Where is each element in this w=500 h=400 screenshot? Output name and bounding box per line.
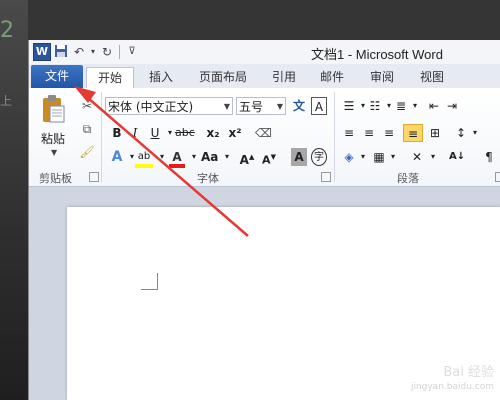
chevron-down-icon: ▼	[223, 102, 230, 111]
font-color-dropdown-icon[interactable]: ▾	[186, 148, 202, 166]
justify-icon[interactable]: ≡	[403, 124, 423, 142]
group-label-paragraph: 段落	[397, 172, 419, 185]
subscript-button[interactable]: x₂	[205, 124, 221, 142]
font-name-value: 宋体 (中文正文)	[108, 100, 194, 114]
strikethrough-button[interactable]: abc	[175, 124, 195, 142]
tab-review[interactable]: 审阅	[370, 67, 394, 88]
line-spacing-dropdown-icon[interactable]: ▾	[467, 124, 483, 142]
borders-dropdown-icon[interactable]: ▾	[385, 148, 401, 166]
group-separator	[101, 92, 102, 182]
ribbon-home: 粘贴 ▼ ✂ ⧉ 🖌 剪贴板 宋体 (中文正文) ▼ 五号 ▼ 文 A B I …	[29, 88, 500, 187]
cut-icon[interactable]: ✂	[79, 98, 95, 114]
align-center-icon[interactable]: ≡	[361, 124, 377, 142]
highlight-dropdown-icon[interactable]: ▾	[154, 148, 170, 166]
clear-formatting-icon[interactable]: ⌫	[255, 124, 272, 142]
undo-dropdown-icon[interactable]: ▾	[89, 44, 97, 60]
background-top	[28, 0, 500, 40]
redo-icon[interactable]: ↻	[99, 44, 115, 60]
word-logo-icon[interactable]: W	[33, 43, 51, 61]
watermark: Bai 经验 jingyan.baidu.com	[411, 366, 494, 394]
window-title: 文档1 - Microsoft Word	[311, 47, 443, 62]
highlight-icon[interactable]: ab	[135, 148, 153, 168]
copy-icon[interactable]: ⧉	[79, 121, 95, 137]
asian-layout-icon[interactable]: ✕	[409, 148, 425, 166]
show-marks-icon[interactable]: ¶	[481, 148, 497, 166]
tab-mailings[interactable]: 邮件	[320, 67, 344, 88]
italic-button[interactable]: I	[127, 124, 143, 142]
group-label-font: 字体	[197, 172, 219, 185]
quick-access-toolbar: W ↶ ▾ ↻ ⊽	[33, 43, 140, 61]
underline-button[interactable]: U	[147, 124, 163, 142]
shrink-font-button[interactable]: A▼	[261, 148, 277, 167]
tab-home[interactable]: 开始	[86, 67, 134, 89]
shrink-font-label: A	[262, 153, 271, 167]
shading-dropdown-icon[interactable]: ▾	[355, 148, 371, 166]
align-right-icon[interactable]: ≡	[381, 124, 397, 142]
customize-qat-icon[interactable]: ⊽	[124, 44, 140, 60]
tab-references[interactable]: 引用	[272, 67, 296, 88]
undo-icon[interactable]: ↶	[71, 44, 87, 60]
background-text: 2	[0, 18, 14, 43]
distributed-icon[interactable]: ⊞	[427, 124, 443, 142]
paste-dropdown-icon[interactable]: ▼	[51, 148, 57, 157]
paragraph-launcher-icon[interactable]	[495, 172, 500, 182]
tab-file[interactable]: 文件	[31, 65, 83, 88]
multilevel-list-dropdown-icon[interactable]: ▾	[407, 97, 423, 115]
tab-insert[interactable]: 插入	[149, 67, 173, 88]
word-window: W ↶ ▾ ↻ ⊽ 文档1 - Microsoft Word 文件 开始 插入 …	[28, 40, 500, 400]
watermark-line2: jingyan.baidu.com	[410, 382, 494, 392]
font-color-icon[interactable]: A	[169, 148, 185, 168]
background-left: 2 上	[0, 0, 28, 400]
watermark-line1: Bai 经验	[443, 365, 494, 380]
superscript-button[interactable]: x²	[227, 124, 243, 142]
character-border-icon[interactable]: A	[311, 97, 327, 115]
bold-button[interactable]: B	[109, 124, 125, 142]
font-launcher-icon[interactable]	[321, 172, 331, 182]
text-effects-icon[interactable]: A	[109, 148, 125, 166]
tab-page-layout[interactable]: 页面布局	[199, 67, 247, 88]
grow-font-label: A	[239, 153, 249, 167]
asian-layout-dropdown-icon[interactable]: ▾	[425, 148, 441, 166]
align-left-icon[interactable]: ≡	[341, 124, 357, 142]
paste-button[interactable]: 粘贴	[41, 130, 65, 147]
change-case-dropdown-icon[interactable]: ▾	[219, 148, 235, 166]
increase-indent-icon[interactable]: ⇥	[444, 97, 460, 115]
grow-font-button[interactable]: A▲	[239, 148, 255, 167]
font-size-select[interactable]: 五号 ▼	[236, 97, 286, 115]
chevron-down-icon: ▼	[276, 102, 283, 111]
font-size-value: 五号	[239, 100, 264, 114]
clipboard-launcher-icon[interactable]	[89, 172, 99, 182]
format-painter-icon[interactable]: 🖌	[79, 144, 95, 160]
sort-button[interactable]: A↓	[449, 148, 465, 166]
text-boundary-marker	[141, 273, 158, 290]
change-case-button[interactable]: Aa	[201, 148, 218, 166]
group-label-clipboard: 剪贴板	[39, 172, 72, 185]
character-shading-button[interactable]: A	[291, 148, 307, 166]
group-separator	[334, 92, 335, 182]
qat-separator	[119, 45, 120, 59]
background-text-2: 上	[0, 94, 13, 108]
save-icon[interactable]	[53, 44, 69, 60]
tab-view[interactable]: 视图	[420, 67, 444, 88]
paste-icon[interactable]	[41, 94, 65, 124]
decrease-indent-icon[interactable]: ⇤	[426, 97, 442, 115]
enclose-characters-button[interactable]: 字	[311, 148, 327, 166]
ribbon-tabs: 文件 开始 插入 页面布局 引用 邮件 审阅 视图	[29, 64, 500, 89]
title-bar: W ↶ ▾ ↻ ⊽ 文档1 - Microsoft Word	[29, 40, 500, 64]
font-name-select[interactable]: 宋体 (中文正文) ▼	[105, 97, 233, 115]
phonetic-guide-icon[interactable]: 文	[291, 97, 307, 115]
